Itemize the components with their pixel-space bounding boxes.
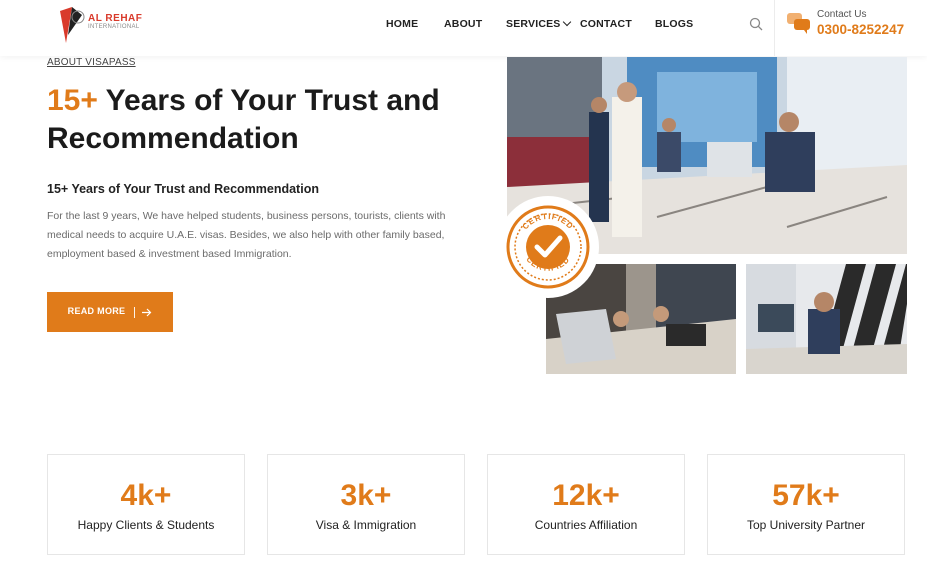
nav-home[interactable]: HOME (386, 18, 418, 30)
stat-label: Visa & Immigration (315, 518, 417, 532)
nav-blogs[interactable]: BLOGS (655, 18, 693, 30)
nav-about[interactable]: ABOUT (444, 18, 482, 30)
read-more-label: READ MORE (67, 306, 126, 317)
nav-services[interactable]: SERVICES (506, 17, 571, 30)
office-desk-photo (746, 264, 907, 374)
certified-badge: CERTIFIED CERTIFIED (497, 196, 599, 298)
nav-services-label: SERVICES (506, 18, 561, 30)
stat-value: 57k+ (772, 479, 840, 512)
contact-label: Contact Us (817, 9, 867, 20)
logo-mark-icon (60, 7, 85, 43)
certified-seal-icon: CERTIFIED CERTIFIED (506, 205, 590, 289)
hero-title-accent: 15+ (47, 84, 98, 117)
hero-title-rest: Years of Your Trust and Recommendation (47, 84, 440, 155)
stat-label: Countries Affiliation (534, 518, 638, 532)
stat-label: Top University Partner (746, 518, 866, 532)
read-more-button[interactable]: READ MORE (47, 292, 173, 332)
hero-paragraph: For the last 9 years, We have helped stu… (47, 210, 446, 260)
nav-contact[interactable]: CONTACT (580, 18, 632, 30)
stat-value: 3k+ (340, 479, 392, 512)
chat-bubble-icon (787, 13, 810, 34)
site-header: AL REHAF INTERNATIONAL HOME ABOUT SERVIC… (0, 0, 927, 56)
stat-value: 12k+ (552, 479, 620, 512)
stat-card: 3k+ Visa & Immigration (267, 454, 465, 555)
stat-label: Happy Clients & Students (77, 518, 215, 532)
section-eyebrow-link[interactable]: ABOUT VISAPASS (47, 57, 136, 68)
stat-value: 4k+ (120, 479, 172, 512)
stat-card: 4k+ Happy Clients & Students (47, 454, 245, 555)
stat-card: 57k+ Top University Partner (707, 454, 905, 555)
chevron-down-icon (562, 17, 571, 27)
stat-card: 12k+ Countries Affiliation (487, 454, 685, 555)
contact-phone-link[interactable]: 0300-8252247 (817, 22, 904, 37)
logo-subtext: INTERNATIONAL (88, 24, 140, 30)
hero-title: 15+ Years of Your Trust and Recommendati… (47, 82, 487, 158)
logo-text: AL REHAF (88, 13, 143, 24)
header-divider (774, 0, 775, 56)
button-separator (134, 306, 136, 318)
hero-subheading: 15+ Years of Your Trust and Recommendati… (47, 182, 319, 196)
arrow-right-icon (142, 308, 152, 316)
search-icon[interactable] (749, 17, 763, 31)
